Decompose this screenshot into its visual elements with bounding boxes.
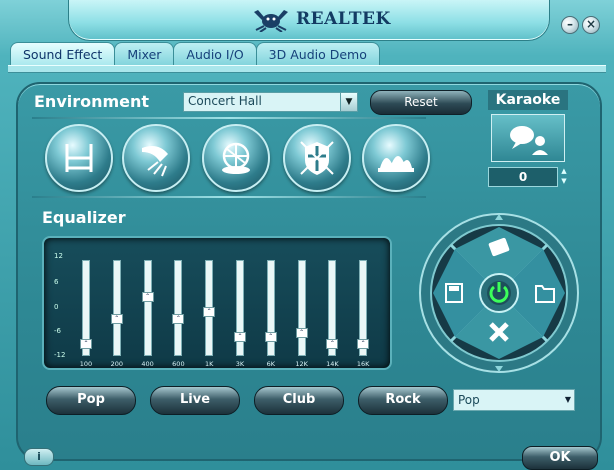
tab-bar: Sound Effect Mixer Audio I/O 3D Audio De…: [10, 42, 380, 67]
preset-rock-button[interactable]: Rock: [358, 386, 448, 415]
chevron-down-icon[interactable]: ▼: [340, 93, 357, 111]
tab-audio-io[interactable]: Audio I/O: [173, 42, 257, 67]
preset-selected-value: Pop: [458, 393, 480, 407]
env-colosseum-button[interactable]: [283, 124, 351, 192]
env-bathroom-button[interactable]: [45, 124, 113, 192]
eq-slider-knob[interactable]: ⌃: [326, 338, 339, 349]
eq-slider-knob[interactable]: ⌃: [172, 313, 185, 324]
realtek-logo: REALTEK: [250, 4, 391, 34]
tab-underline: [8, 65, 606, 73]
divider: [32, 196, 426, 198]
eq-slider-knob[interactable]: ⌃: [295, 328, 308, 339]
db-tick: -6: [54, 327, 61, 335]
eq-frequency-label: 200: [110, 360, 123, 368]
realtek-window: REALTEK – × Sound Effect Mixer Audio I/O…: [0, 0, 614, 470]
info-button[interactable]: i: [24, 448, 54, 466]
power-icon[interactable]: [479, 273, 519, 313]
db-tick: 12: [54, 252, 63, 260]
eq-frequency-label: 600: [172, 360, 185, 368]
env-opera-house-button[interactable]: [362, 124, 430, 192]
environment-label: Environment: [34, 92, 150, 111]
reset-button[interactable]: Reset: [370, 90, 472, 115]
tab-mixer[interactable]: Mixer: [114, 42, 175, 67]
karaoke-label: Karaoke: [488, 90, 568, 110]
preset-live-button[interactable]: Live: [150, 386, 240, 415]
chevron-down-icon[interactable]: ▼: [565, 395, 571, 404]
shower-icon: [142, 146, 168, 177]
karaoke-value[interactable]: 0: [488, 167, 558, 187]
eq-slider-knob[interactable]: ⌃: [80, 338, 92, 349]
eq-frequency-label: 6K: [266, 360, 275, 368]
close-button[interactable]: ×: [582, 16, 600, 34]
eq-slider-knob[interactable]: ⌃: [141, 292, 154, 303]
preset-club-button[interactable]: Club: [254, 386, 344, 415]
karaoke-button[interactable]: [491, 114, 565, 162]
eq-frequency-label: 12K: [295, 360, 308, 368]
equalizer-panel: 12 6 0 -6 -12 ⌃ 100 ⌃ 200 ⌃ 400 ⌃ 600 ⌃ 1K ⌃ 3K ⌃ 6K ⌃…: [42, 236, 392, 370]
eq-slider-track[interactable]: [143, 260, 152, 356]
eq-frequency-label: 3K: [235, 360, 245, 368]
divider: [32, 117, 426, 119]
crab-logo-icon: [254, 10, 288, 32]
equalizer-preset-select[interactable]: Pop ▼: [453, 389, 575, 411]
db-tick: 6: [54, 278, 59, 286]
eq-slider-track[interactable]: [297, 260, 306, 356]
env-stadium-button[interactable]: [202, 124, 270, 192]
eq-frequency-label: 100: [79, 360, 93, 368]
spin-up-icon[interactable]: ▲: [560, 167, 568, 175]
tab-3d-audio-demo[interactable]: 3D Audio Demo: [255, 42, 380, 67]
eq-frequency-label: 1K: [204, 360, 214, 368]
eq-slider-knob[interactable]: ⌃: [357, 338, 370, 349]
eq-frequency-label: 16K: [356, 360, 370, 368]
eq-slider-knob[interactable]: ⌃: [203, 306, 216, 317]
eq-frequency-label: 400: [141, 360, 154, 368]
colosseum-shield-icon: [300, 141, 334, 175]
environment-select[interactable]: Concert Hall ▼: [183, 92, 358, 112]
karaoke-singer-icon: [510, 126, 548, 155]
brand-name: REALTEK: [296, 9, 391, 29]
control-wheel: [419, 213, 579, 373]
eq-frequency-label: 14K: [326, 360, 339, 368]
eq-slider-knob[interactable]: ⌃: [264, 331, 277, 342]
eq-slider-knob[interactable]: ⌃: [110, 313, 123, 324]
preset-pop-button[interactable]: Pop: [46, 386, 136, 415]
env-shower-button[interactable]: [122, 124, 190, 192]
minimize-button[interactable]: –: [561, 16, 579, 34]
bathroom-icon: [65, 144, 93, 172]
eq-slider-track[interactable]: [174, 260, 183, 356]
opera-house-icon: [378, 156, 414, 172]
ok-button[interactable]: OK: [522, 446, 598, 470]
environment-selected-value: Concert Hall: [188, 94, 262, 108]
db-tick: -12: [54, 351, 66, 359]
eq-slider-track[interactable]: [112, 260, 121, 356]
db-tick: 0: [54, 303, 59, 311]
equalizer-label: Equalizer: [42, 208, 126, 227]
eq-slider-knob[interactable]: ⌃: [234, 331, 246, 342]
karaoke-panel: Karaoke 0 ▲ ▼: [488, 90, 568, 192]
stadium-icon: [222, 142, 250, 174]
tab-sound-effect[interactable]: Sound Effect: [10, 42, 116, 67]
spin-down-icon[interactable]: ▼: [560, 177, 568, 185]
